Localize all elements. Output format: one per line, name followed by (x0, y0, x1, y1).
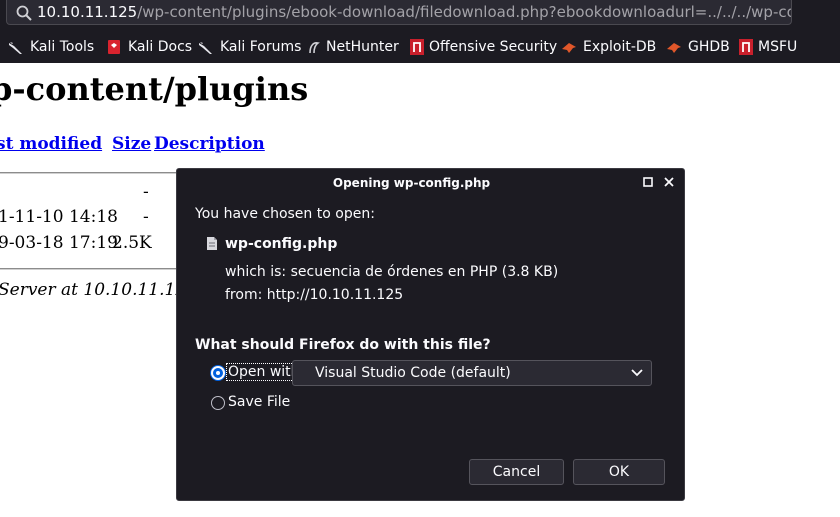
kali-dragon-icon (8, 39, 24, 55)
cancel-button[interactable]: Cancel (469, 459, 564, 485)
search-icon (16, 5, 32, 21)
column-last-modified-link[interactable]: st modified (0, 134, 102, 154)
exploit-db-icon (561, 39, 577, 55)
divider (0, 172, 176, 174)
file-name: wp-config.php (225, 236, 338, 252)
bookmark-exploit-db[interactable]: Exploit-DB (561, 36, 656, 58)
page-title: p-content/plugins (0, 70, 309, 108)
ghdb-icon (666, 39, 682, 55)
row-size: 2.5K (112, 233, 152, 253)
action-question: What should Firefox do with this file? (195, 337, 491, 353)
bookmarks-toolbar: Kali Tools Kali Docs Kali Forums NetHunt… (0, 36, 840, 58)
browser-chrome: 10.10.11.125/wp-content/plugins/ebook-do… (0, 0, 840, 63)
bookmark-label: Exploit-DB (583, 39, 657, 55)
bookmark-offensive-security[interactable]: Offensive Security (410, 36, 557, 58)
from-value: http://10.10.11.125 (266, 287, 404, 303)
url-path: /wp-content/plugins/ebook-download/filed… (137, 3, 792, 21)
bookmark-label: MSFU (758, 39, 798, 55)
open-with-label[interactable]: Open with (226, 363, 302, 381)
bookmark-label: Offensive Security (429, 39, 558, 55)
row-size: - (143, 207, 149, 227)
ok-button[interactable]: OK (573, 459, 665, 485)
bookmark-ghdb[interactable]: GHDB (666, 36, 730, 58)
bookmark-label: Kali Forums (220, 39, 302, 55)
nethunter-icon (308, 39, 320, 55)
save-file-label[interactable]: Save File (228, 394, 290, 410)
bookmark-label: NetHunter (326, 39, 399, 55)
file-source-row: from: http://10.10.11.125 (225, 287, 403, 303)
url-text: 10.10.11.125/wp-content/plugins/ebook-do… (37, 3, 792, 21)
column-size-link[interactable]: Size (112, 134, 151, 154)
bookmark-kali-docs[interactable]: Kali Docs (106, 36, 192, 58)
offsec-icon (410, 39, 424, 55)
application-select[interactable]: Visual Studio Code (default) (292, 360, 652, 386)
which-is-label: which is: (225, 264, 287, 280)
bookmark-kali-forums[interactable]: Kali Forums (198, 36, 301, 58)
from-label: from: (225, 287, 263, 303)
bookmark-msfu[interactable]: MSFU (739, 36, 797, 58)
application-select-value: Visual Studio Code (default) (315, 365, 511, 381)
kali-docs-icon (106, 39, 122, 55)
url-host: 10.10.11.125 (37, 3, 138, 21)
close-icon[interactable] (663, 176, 675, 188)
row-date: 1-11-10 14:18 (0, 207, 118, 227)
server-address: Server at 10.10.11.125 (0, 280, 197, 300)
chosen-to-open-text: You have chosen to open: (195, 206, 375, 222)
bookmark-label: Kali Docs (128, 39, 193, 55)
msfu-icon (739, 39, 753, 55)
divider (0, 268, 176, 270)
url-bar[interactable]: 10.10.11.125/wp-content/plugins/ebook-do… (6, 0, 792, 25)
open-with-radio[interactable] (211, 366, 225, 380)
row-date: 9-03-18 17:19 (0, 233, 118, 253)
download-dialog: Opening wp-config.php You have chosen to… (176, 168, 685, 501)
kali-dragon-icon (198, 39, 214, 55)
bookmark-label: Kali Tools (30, 39, 95, 55)
bookmark-kali-tools[interactable]: Kali Tools (8, 36, 94, 58)
file-type-row: which is: secuencia de órdenes en PHP (3… (225, 264, 558, 280)
column-description-link[interactable]: Description (154, 134, 265, 154)
which-is-value: secuencia de órdenes en PHP (3.8 KB) (290, 264, 559, 280)
maximize-icon[interactable] (643, 177, 653, 187)
chevron-down-icon (631, 369, 643, 377)
bookmark-nethunter[interactable]: NetHunter (308, 36, 399, 58)
save-file-radio[interactable] (211, 396, 225, 410)
bookmark-label: GHDB (688, 39, 730, 55)
dialog-title: Opening wp-config.php (332, 176, 491, 190)
file-icon (207, 237, 217, 250)
row-size: - (143, 182, 149, 202)
